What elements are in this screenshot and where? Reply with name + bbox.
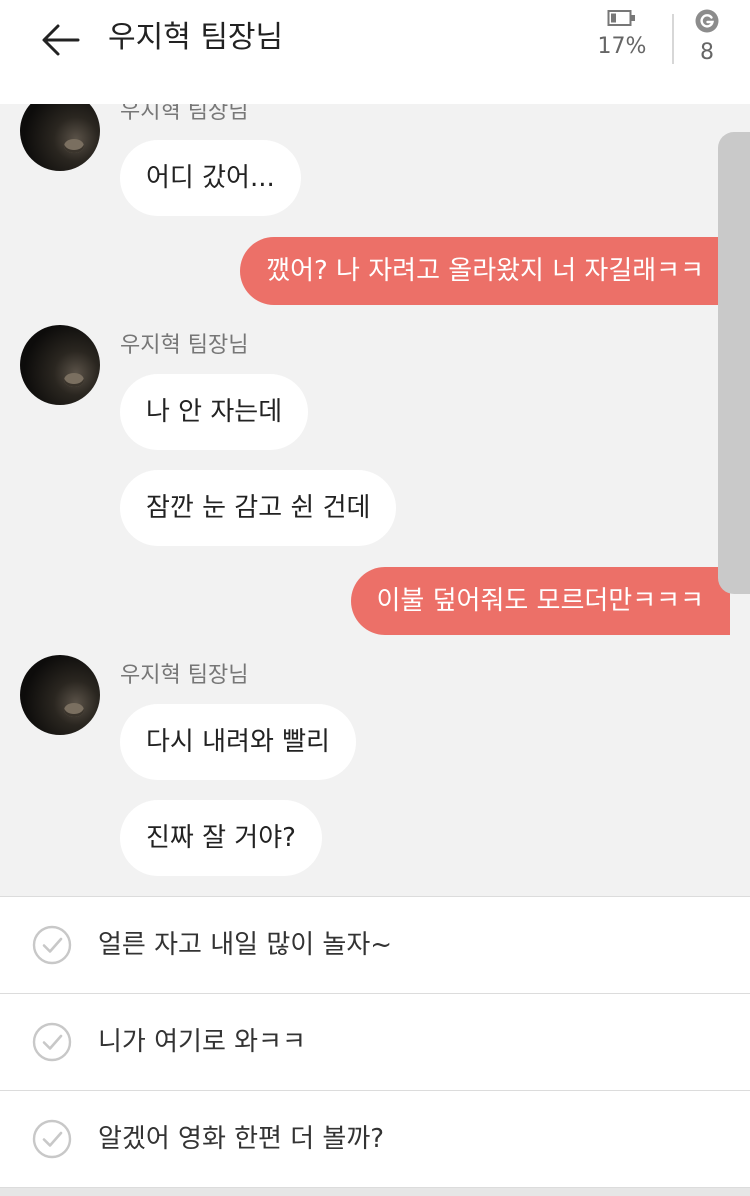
bottom-edge bbox=[0, 1188, 750, 1196]
top-bar: 우지혁 팀장님 17% 8 bbox=[0, 0, 750, 104]
battery-status[interactable]: 17% bbox=[596, 8, 648, 59]
suggestion-item[interactable]: 얼른 자고 내일 많이 놀자~ bbox=[0, 897, 750, 994]
sender-name: 우지혁 팀장님 bbox=[120, 663, 249, 688]
suggestion-text: 얼른 자고 내일 많이 놀자~ bbox=[98, 930, 393, 960]
sender-name: 우지혁 팀장님 bbox=[120, 104, 249, 124]
check-circle-icon bbox=[32, 1022, 72, 1062]
avatar[interactable] bbox=[20, 325, 100, 405]
header-divider bbox=[672, 14, 674, 64]
suggestion-text: 니가 여기로 와ㅋㅋ bbox=[98, 1027, 306, 1057]
g-point-count: 8 bbox=[700, 40, 714, 65]
avatar[interactable] bbox=[20, 104, 100, 171]
suggestion-text: 알겠어 영화 한편 더 볼까? bbox=[98, 1124, 385, 1154]
outgoing-message[interactable]: 이불 덮어줘도 모르더만ㅋㅋㅋ bbox=[350, 567, 730, 635]
suggestion-item[interactable]: 니가 여기로 와ㅋㅋ bbox=[0, 994, 750, 1091]
scrollbar[interactable] bbox=[718, 132, 750, 594]
battery-percent: 17% bbox=[597, 34, 647, 59]
avatar[interactable] bbox=[20, 655, 100, 735]
g-point-status[interactable]: 8 bbox=[690, 8, 724, 65]
incoming-message[interactable]: 다시 내려와 빨리 bbox=[120, 704, 356, 780]
check-circle-icon bbox=[32, 925, 72, 965]
suggestion-item[interactable]: 알겠어 영화 한편 더 볼까? bbox=[0, 1091, 750, 1188]
outgoing-message[interactable]: 깼어? 나 자려고 올라왔지 너 자길래ㅋㅋ bbox=[240, 237, 730, 305]
battery-icon bbox=[607, 10, 635, 26]
check-circle-icon bbox=[32, 1119, 72, 1159]
incoming-message[interactable]: 잠깐 눈 감고 쉰 건데 bbox=[120, 470, 397, 546]
reply-suggestions: 얼른 자고 내일 많이 놀자~ 니가 여기로 와ㅋㅋ 알겠어 영화 한편 더 볼… bbox=[0, 896, 750, 1196]
chat-area[interactable]: 우지혁 팀장님 어디 갔어... 깼어? 나 자려고 올라왔지 너 자길래ㅋㅋ … bbox=[0, 104, 750, 896]
sender-name: 우지혁 팀장님 bbox=[120, 333, 249, 358]
incoming-message[interactable]: 나 안 자는데 bbox=[120, 374, 309, 450]
incoming-message[interactable]: 진짜 잘 거야? bbox=[120, 800, 322, 876]
arrow-left-icon bbox=[42, 24, 80, 56]
page-title: 우지혁 팀장님 bbox=[108, 20, 284, 55]
back-button[interactable] bbox=[36, 18, 86, 62]
incoming-message[interactable]: 어디 갔어... bbox=[120, 140, 301, 216]
g-coin-icon bbox=[695, 9, 719, 33]
